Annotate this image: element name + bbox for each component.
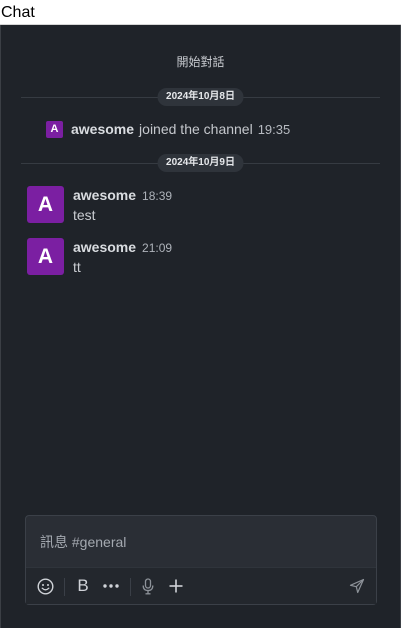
message-username[interactable]: awesome	[73, 239, 136, 255]
avatar[interactable]: A	[27, 238, 64, 275]
chat-area: 開始對話 2024年10月8日 A awesome joined the cha…	[0, 25, 401, 628]
toolbar-divider	[64, 578, 65, 596]
message-text: test	[73, 207, 96, 223]
message-timestamp: 21:09	[142, 241, 173, 255]
date-badge: 2024年10月9日	[157, 154, 244, 172]
microphone-icon[interactable]	[137, 568, 159, 604]
message-username[interactable]: awesome	[71, 121, 134, 137]
plus-icon[interactable]	[165, 568, 187, 604]
composer-toolbar: B	[26, 567, 376, 604]
message-timestamp: 18:39	[142, 189, 173, 203]
date-divider: 2024年10月9日	[21, 153, 380, 173]
toolbar-divider	[130, 578, 131, 596]
system-message: A awesome joined the channel 19:35	[46, 120, 290, 138]
emoji-icon[interactable]	[34, 568, 56, 604]
date-divider: 2024年10月8日	[21, 87, 380, 107]
avatar[interactable]: A	[46, 120, 63, 138]
message-input[interactable]	[38, 530, 362, 554]
more-icon[interactable]	[100, 568, 122, 604]
date-badge: 2024年10月8日	[157, 88, 244, 106]
system-message-text: joined the channel	[139, 121, 253, 137]
message-item[interactable]: A awesome 18:39 test	[27, 186, 172, 223]
message-item[interactable]: A awesome 21:09 tt	[27, 238, 172, 275]
window-title: Chat	[0, 0, 401, 25]
bold-icon[interactable]: B	[72, 568, 94, 604]
message-composer: B	[25, 515, 377, 605]
message-username[interactable]: awesome	[73, 187, 136, 203]
send-icon[interactable]	[346, 568, 368, 604]
message-timestamp: 19:35	[257, 121, 291, 137]
message-text: tt	[73, 259, 81, 275]
avatar[interactable]: A	[27, 186, 64, 223]
conversation-start-label: 開始對話	[176, 55, 225, 69]
